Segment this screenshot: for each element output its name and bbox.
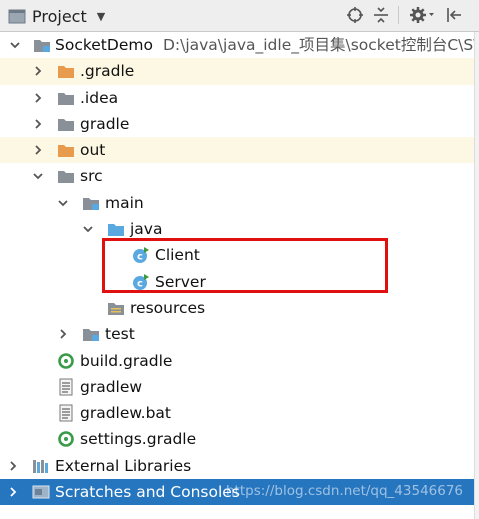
project-view-icon	[8, 9, 26, 24]
hide-panel-icon[interactable]	[443, 4, 465, 26]
chevron-right-icon[interactable]	[56, 327, 70, 341]
java-class-icon: c	[132, 273, 150, 291]
tree-node-label: java	[130, 220, 163, 239]
tree-node-idea[interactable]: .idea	[0, 85, 475, 111]
source-folder-icon	[107, 220, 125, 238]
project-view-title: Project	[32, 6, 87, 26]
tree-node-label: SocketDemo D:\java\java_idle_项目集\socket控制…	[55, 36, 479, 54]
tree-node-server[interactable]: c Server	[0, 269, 475, 295]
tree-node-label: gradlew.bat	[80, 404, 171, 423]
gradle-file-icon	[57, 430, 75, 448]
gear-icon[interactable]	[408, 4, 436, 26]
tree-node-gradlew-bat[interactable]: gradlew.bat	[0, 400, 475, 426]
project-path: D:\java\java_idle_项目集\socket控制台C\S\S	[162, 36, 479, 54]
svg-text:c: c	[137, 252, 143, 263]
tree-node-dot-gradle[interactable]: .gradle	[0, 58, 475, 85]
tree-node-scratches-and-consoles[interactable]: Scratches and Consoles	[0, 479, 475, 506]
tree-node-out[interactable]: out	[0, 137, 475, 164]
chevron-right-icon[interactable]	[6, 485, 20, 499]
chevron-right-icon[interactable]	[31, 143, 45, 157]
chevron-right-icon[interactable]	[31, 91, 45, 105]
chevron-down-icon[interactable]	[81, 222, 95, 236]
tree-node-gradle[interactable]: gradle	[0, 111, 475, 137]
excluded-folder-icon	[57, 141, 75, 159]
project-tree: SocketDemo D:\java\java_idle_项目集\socket控制…	[0, 32, 479, 506]
text-file-icon	[57, 404, 75, 422]
toolbar-separator	[398, 6, 399, 24]
tree-node-label: main	[105, 193, 144, 212]
tree-node-test[interactable]: test	[0, 321, 475, 347]
project-view-selector[interactable]: Project ▼	[8, 5, 105, 27]
library-icon	[32, 457, 50, 475]
chevron-down-icon[interactable]	[31, 169, 45, 183]
vertical-scrollbar[interactable]	[474, 32, 479, 519]
module-folder-icon	[82, 325, 100, 343]
tree-node-label: out	[80, 141, 106, 160]
tree-node-client[interactable]: c Client	[0, 242, 475, 268]
tree-node-label: .idea	[80, 88, 119, 107]
locate-icon[interactable]	[344, 4, 366, 26]
tree-node-label: External Libraries	[55, 456, 192, 475]
tree-node-gradlew[interactable]: gradlew	[0, 374, 475, 400]
tree-node-label: src	[80, 167, 103, 186]
tree-node-label: Server	[155, 272, 206, 291]
module-folder-icon	[82, 194, 100, 212]
tree-node-settings-gradle[interactable]: settings.gradle	[0, 426, 475, 452]
chevron-right-icon[interactable]	[6, 459, 20, 473]
tree-node-label: build.gradle	[80, 351, 173, 370]
tree-node-main[interactable]: main	[0, 190, 475, 216]
chevron-right-icon[interactable]	[31, 64, 45, 78]
text-file-icon	[57, 378, 75, 396]
tree-node-label: test	[105, 325, 135, 344]
tree-node-external-libraries[interactable]: External Libraries	[0, 453, 475, 479]
tree-node-label: Scratches and Consoles	[55, 483, 240, 502]
tree-node-socketdemo[interactable]: SocketDemo D:\java\java_idle_项目集\socket控制…	[0, 32, 479, 58]
tree-node-resources[interactable]: resources	[0, 295, 475, 321]
gradle-file-icon	[57, 352, 75, 370]
project-tool-window-header: Project ▼	[0, 0, 479, 32]
java-class-icon: c	[132, 246, 150, 264]
resources-folder-icon	[107, 299, 125, 317]
tree-node-label: gradlew	[80, 377, 143, 396]
scratches-icon	[32, 483, 50, 501]
tree-node-label: resources	[130, 298, 206, 317]
chevron-down-icon[interactable]: ▼	[97, 10, 105, 23]
folder-icon	[57, 89, 75, 107]
collapse-all-icon[interactable]	[370, 4, 392, 26]
chevron-right-icon[interactable]	[31, 117, 45, 131]
folder-icon	[57, 115, 75, 133]
chevron-down-icon[interactable]	[56, 196, 70, 210]
tree-node-build-gradle[interactable]: build.gradle	[0, 348, 475, 374]
tree-node-label: gradle	[80, 114, 130, 133]
svg-text:c: c	[137, 278, 143, 289]
folder-icon	[57, 167, 75, 185]
tree-node-java[interactable]: java	[0, 216, 475, 242]
tree-node-src[interactable]: src	[0, 163, 475, 189]
chevron-down-icon[interactable]	[8, 38, 22, 52]
tree-node-label: .gradle	[80, 62, 135, 81]
tree-node-label: Client	[155, 246, 200, 265]
module-folder-icon	[33, 36, 51, 54]
excluded-folder-icon	[57, 62, 75, 80]
tree-node-label: settings.gradle	[80, 430, 197, 449]
